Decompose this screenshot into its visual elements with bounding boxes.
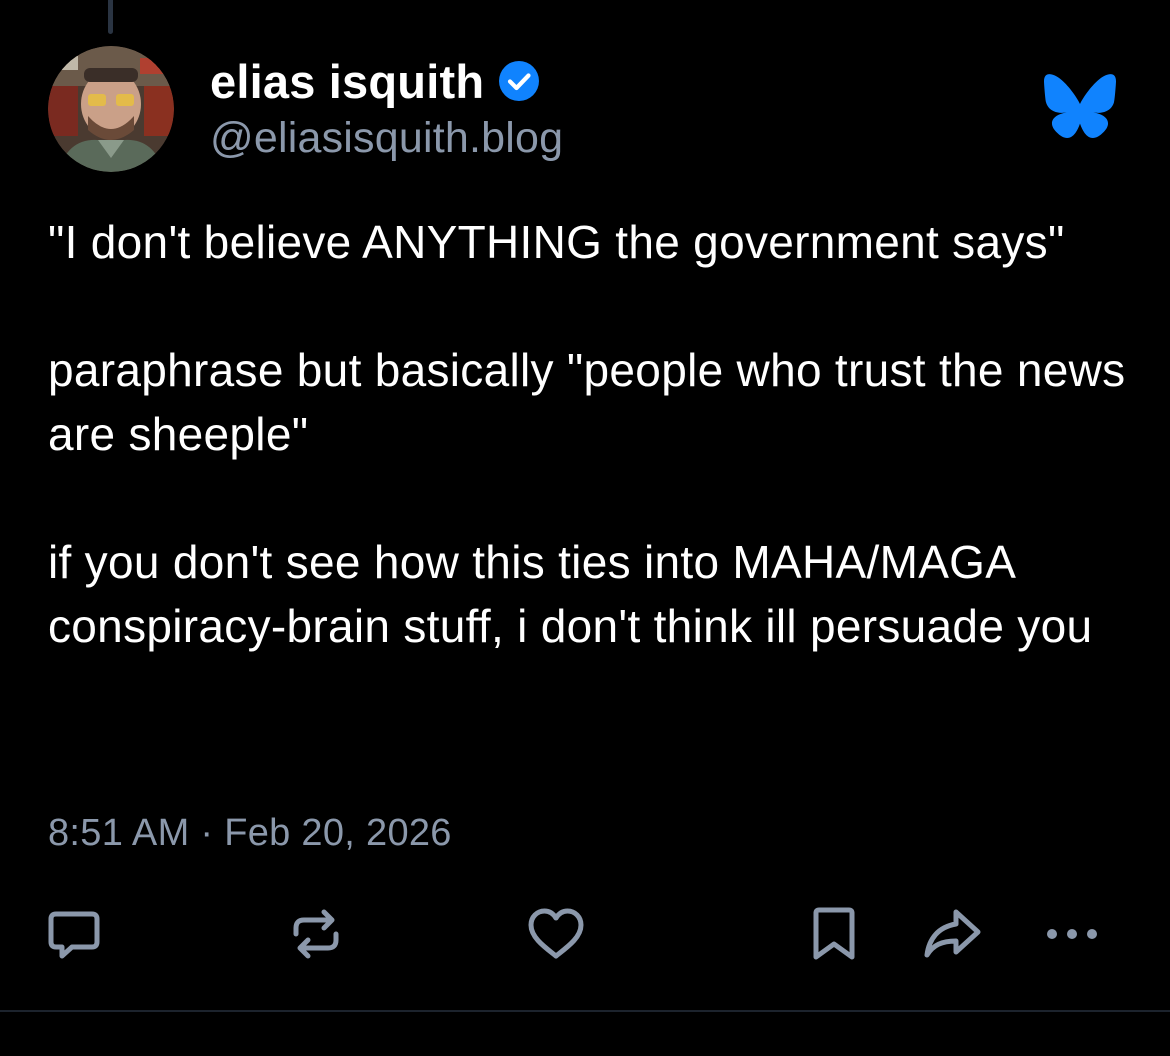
thread-connector-line — [108, 0, 113, 34]
post-text: "I don't believe ANYTHING the government… — [48, 210, 1128, 658]
author-name-row: elias isquith — [210, 52, 563, 110]
author-display-name[interactable]: elias isquith — [210, 54, 484, 109]
like-icon — [528, 908, 584, 959]
post-timestamp[interactable]: 8:51 AM · Feb 20, 2026 — [48, 812, 452, 855]
avatar-image — [48, 46, 174, 172]
post-paragraph: if you don't see how this ties into MAHA… — [48, 536, 1093, 652]
share-button[interactable] — [922, 904, 982, 964]
author-handle[interactable]: @eliasisquith.blog — [210, 114, 563, 163]
share-icon — [924, 909, 981, 958]
reply-button[interactable] — [44, 904, 104, 964]
post-paragraph: "I don't believe ANYTHING the government… — [48, 216, 1065, 268]
post-author[interactable]: elias isquith @eliasisquith.blog — [210, 52, 563, 163]
verified-badge-icon[interactable] — [498, 60, 540, 102]
avatar[interactable] — [48, 46, 174, 172]
repost-icon — [293, 909, 339, 959]
post-paragraph: paraphrase but basically "people who tru… — [48, 344, 1126, 460]
bookmark-button[interactable] — [804, 904, 864, 964]
bookmark-icon — [813, 907, 855, 960]
reply-icon — [48, 911, 100, 959]
more-options-button[interactable] — [1044, 904, 1104, 964]
more-icon — [1047, 929, 1097, 939]
post-divider — [0, 1010, 1170, 1012]
like-button[interactable] — [526, 904, 586, 964]
bluesky-butterfly-icon — [1044, 74, 1116, 138]
repost-button[interactable] — [286, 904, 346, 964]
